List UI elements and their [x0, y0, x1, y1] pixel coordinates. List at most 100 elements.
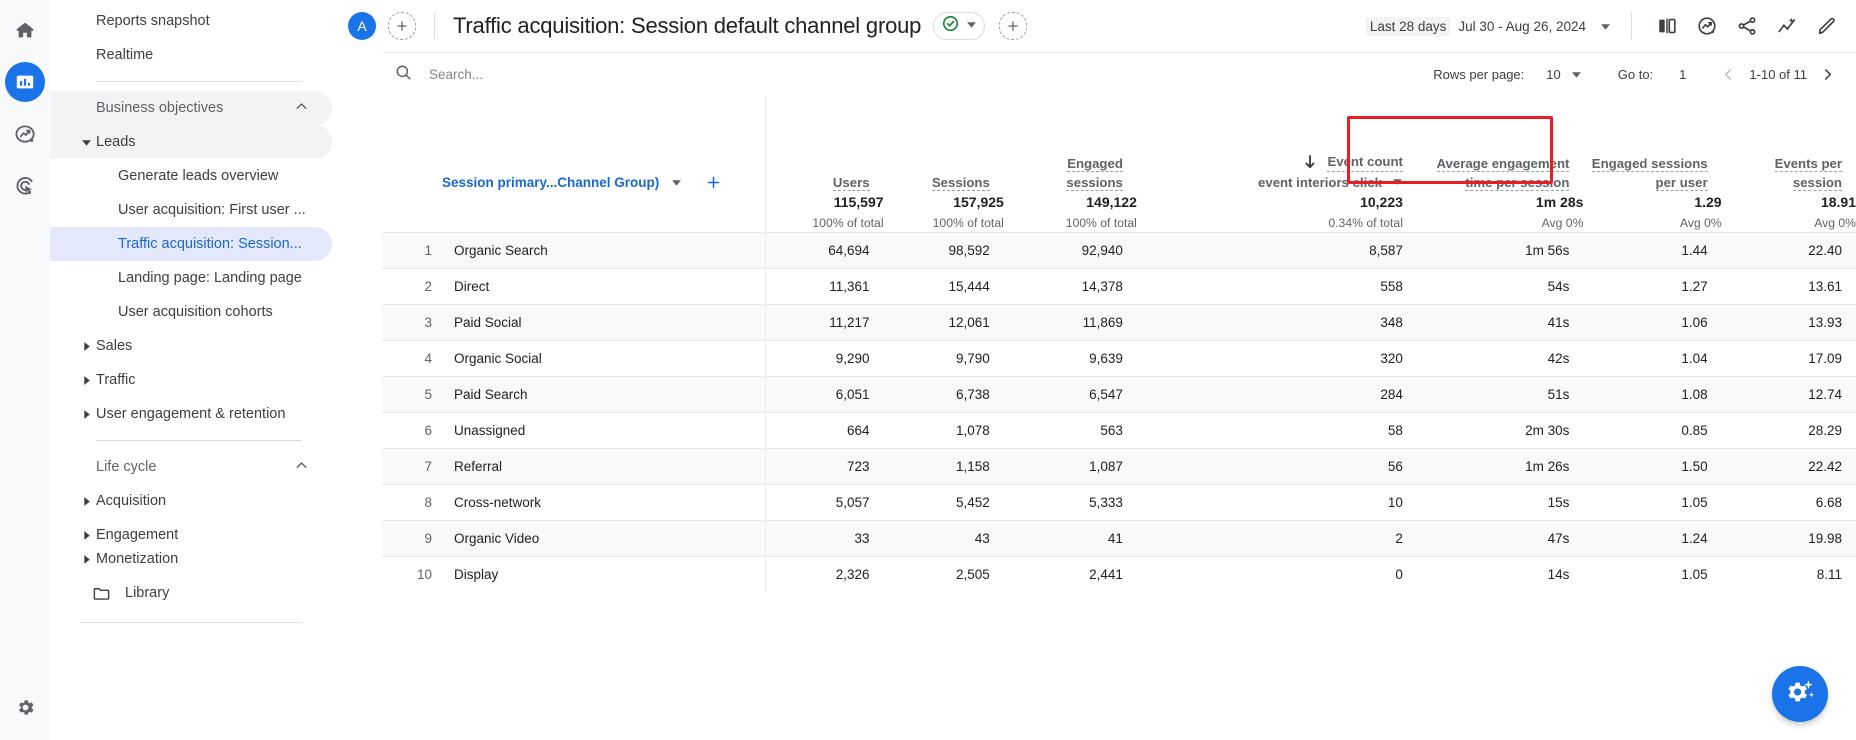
- table-row[interactable]: 4 Organic Social 9,290 9,790 9,639 320 42s 1.04…: [382, 340, 1856, 377]
- table-row[interactable]: 3 Paid Social 11,217 12,061 11,869 348 41s 1.06…: [382, 304, 1856, 341]
- column-header-engaged-sessions[interactable]: Engaged sessions: [1004, 96, 1137, 192]
- share-icon[interactable]: [1736, 15, 1758, 37]
- table-row[interactable]: 9 Organic Video 33 43 41 2 47s 1.24 19.98: [382, 520, 1856, 557]
- report-table: Session primary...Channel Group) Users S…: [382, 96, 1856, 592]
- insights-fab-button[interactable]: [1772, 666, 1828, 722]
- sidebar-group-traffic[interactable]: Traffic: [50, 363, 332, 397]
- column-header-label: Users: [832, 175, 870, 191]
- table-row[interactable]: 2 Direct 11,361 15,444 14,378 558 54s 1.27 13.61: [382, 268, 1856, 305]
- cell-sessions: 43: [883, 520, 1004, 557]
- sidebar-section-business-objectives[interactable]: Business objectives: [50, 91, 332, 125]
- add-dimension-button[interactable]: [705, 174, 722, 191]
- rail-item-home[interactable]: [5, 10, 45, 50]
- sidebar-group-sales[interactable]: Sales: [50, 329, 332, 363]
- cell-sessions: 1,078: [883, 412, 1004, 449]
- row-dimension-label[interactable]: Paid Social: [454, 315, 522, 330]
- row-dimension-label[interactable]: Organic Search: [454, 243, 548, 258]
- goto-page-input[interactable]: 1: [1679, 67, 1686, 82]
- cell-event-count: 58: [1136, 412, 1421, 449]
- column-header-users[interactable]: Users: [766, 96, 884, 192]
- sidebar-item-reports-snapshot[interactable]: Reports snapshot: [50, 4, 332, 38]
- row-index: 6: [424, 423, 432, 438]
- report-table-card: Rows per page: 10 Go to: 1 1-10 of 11: [360, 52, 1856, 740]
- compare-icon[interactable]: [1656, 15, 1678, 37]
- edit-icon[interactable]: [1816, 15, 1838, 37]
- table-row[interactable]: 1 Organic Search 64,694 98,592 92,940 8,587 1m…: [382, 232, 1856, 269]
- sidebar-group-user-engagement-retention[interactable]: User engagement & retention: [50, 397, 332, 431]
- totals-dimension-cell: [382, 192, 767, 233]
- cell-event-count: 348: [1136, 304, 1421, 341]
- row-dimension-label[interactable]: Paid Search: [454, 387, 528, 402]
- chevron-down-icon[interactable]: [1571, 69, 1582, 80]
- row-dimension-label[interactable]: Unassigned: [454, 423, 525, 438]
- column-header-avg-engagement-time[interactable]: Average engagement time per session: [1421, 96, 1583, 192]
- table-row[interactable]: 10 Display 2,326 2,505 2,441 0 14s 1.05 8.11: [382, 556, 1856, 592]
- rail-item-explore[interactable]: [5, 114, 45, 154]
- table-row[interactable]: 8 Cross-network 5,057 5,452 5,333 10 15s 1.05 6.…: [382, 484, 1856, 521]
- rail-item-admin[interactable]: [5, 690, 45, 730]
- totals-value: 10,223: [1360, 194, 1403, 210]
- sidebar-item-realtime[interactable]: Realtime: [50, 38, 332, 72]
- row-dimension-label[interactable]: Cross-network: [454, 495, 541, 510]
- row-dimension-cell: 9 Organic Video: [382, 520, 767, 557]
- page-title: Traffic acquisition: Session default cha…: [453, 13, 922, 38]
- totals-subtext: 100% of total: [812, 216, 884, 230]
- sidebar-item-user-acquisition-cohorts[interactable]: User acquisition cohorts: [50, 295, 332, 329]
- account-avatar[interactable]: A: [348, 12, 376, 40]
- row-index: 8: [424, 495, 432, 510]
- sidebar-item-generate-leads-overview[interactable]: Generate leads overview: [50, 159, 332, 193]
- row-dimension-label[interactable]: Referral: [454, 459, 502, 474]
- rows-per-page-value[interactable]: 10: [1546, 67, 1560, 82]
- cell-event-count: 2: [1136, 520, 1421, 557]
- totals-subtext: 100% of total: [932, 216, 1004, 230]
- report-status-chip[interactable]: [933, 12, 986, 40]
- totals-cell-avg-engagement-time: 1m 28s Avg 0%: [1421, 192, 1583, 233]
- cell-event-count: 284: [1136, 376, 1421, 413]
- table-row[interactable]: 6 Unassigned 664 1,078 563 58 2m 30s 0.85 28.29: [382, 412, 1856, 449]
- cell-engaged-sessions: 6,547: [1003, 376, 1137, 413]
- advertising-icon: [14, 175, 37, 198]
- caret-right-icon: [76, 530, 96, 541]
- sidebar-section-life-cycle[interactable]: Life cycle: [50, 450, 332, 484]
- add-comparison-button[interactable]: [388, 12, 416, 40]
- event-name-selector[interactable]: event interiors click: [1141, 173, 1403, 192]
- search-area: [382, 63, 1433, 87]
- sidebar-item-landing-page[interactable]: Landing page: Landing page: [50, 261, 332, 295]
- date-range-selector[interactable]: Last 28 days Jul 30 - Aug 26, 2024: [1365, 16, 1611, 36]
- column-header-engaged-sessions-per-user[interactable]: Engaged sessions per user: [1583, 96, 1721, 192]
- sidebar-group-label: User engagement & retention: [96, 406, 286, 422]
- add-report-tab-button[interactable]: [999, 12, 1028, 40]
- sidebar-item-label: Reports snapshot: [96, 13, 210, 29]
- row-dimension-label[interactable]: Direct: [454, 279, 489, 294]
- row-dimension-label[interactable]: Organic Social: [454, 351, 542, 366]
- row-dimension-label[interactable]: Display: [454, 567, 498, 582]
- table-row[interactable]: 7 Referral 723 1,158 1,087 56 1m 26s 1.50 22.42: [382, 448, 1856, 485]
- column-header-event-count[interactable]: Event count event interiors click: [1137, 96, 1421, 192]
- table-toolbar: Rows per page: 10 Go to: 1 1-10 of 11: [382, 52, 1856, 96]
- column-header-sessions[interactable]: Sessions: [884, 96, 1004, 192]
- sidebar-item-traffic-acquisition-session[interactable]: Traffic acquisition: Session...: [50, 227, 332, 261]
- search-input[interactable]: [427, 66, 731, 83]
- next-page-button[interactable]: [1819, 66, 1836, 83]
- rail-item-advertising[interactable]: [5, 166, 45, 206]
- previous-page-button[interactable]: [1720, 66, 1737, 83]
- sidebar-group-engagement[interactable]: Engagement: [50, 518, 332, 552]
- cell-event-count: 10: [1136, 484, 1421, 521]
- dimension-selector[interactable]: Session primary...Channel Group): [442, 175, 682, 190]
- sidebar-group-acquisition[interactable]: Acquisition: [50, 484, 332, 518]
- explore-trend-icon[interactable]: [1776, 15, 1798, 37]
- totals-cell-users: 115,597 100% of total: [766, 192, 884, 233]
- cell-events-per-session: 17.09: [1721, 340, 1856, 377]
- rail-item-reports[interactable]: [5, 62, 45, 102]
- sidebar-group-leads[interactable]: Leads: [50, 125, 332, 159]
- insights-icon[interactable]: [1696, 15, 1718, 37]
- sidebar-item-library[interactable]: Library: [50, 576, 332, 610]
- cell-events-per-session: 6.68: [1721, 484, 1856, 521]
- cell-avg-engagement-time: 1m 56s: [1420, 232, 1584, 269]
- sidebar-group-monetization[interactable]: Monetization: [50, 552, 332, 566]
- row-dimension-label[interactable]: Organic Video: [454, 531, 539, 546]
- totals-value: 149,122: [1086, 194, 1137, 210]
- table-row[interactable]: 5 Paid Search 6,051 6,738 6,547 284 51s 1.08 12.…: [382, 376, 1856, 413]
- sidebar-item-user-acquisition-first-user[interactable]: User acquisition: First user ...: [50, 193, 332, 227]
- column-header-events-per-session[interactable]: Events per session: [1722, 96, 1856, 192]
